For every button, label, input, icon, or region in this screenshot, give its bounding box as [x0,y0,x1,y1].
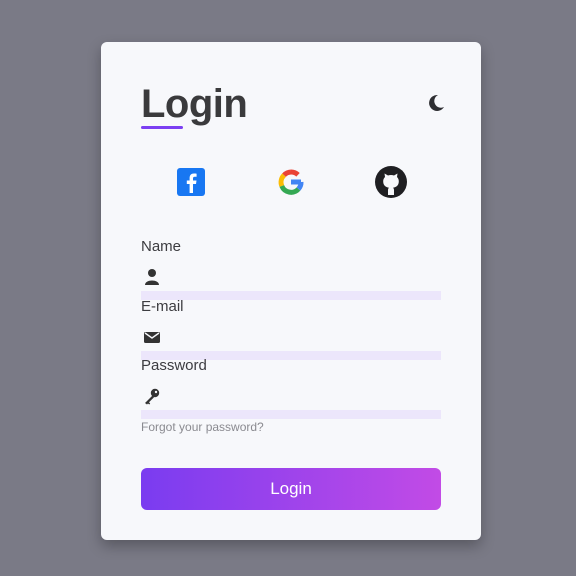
theme-toggle-button[interactable] [425,92,447,114]
github-login-button[interactable] [373,164,409,200]
login-button[interactable]: Login [141,468,441,510]
facebook-icon [177,168,205,196]
password-field-label: Password [141,357,207,374]
email-field-label: E-mail [141,298,184,315]
google-icon [278,169,304,195]
password-input[interactable] [141,393,441,419]
login-card: Login Name E-mail Password Forgot your p… [101,42,481,540]
page-title: Login [141,82,248,126]
github-icon [375,166,407,198]
name-input[interactable] [141,274,441,300]
title-underline [141,126,183,129]
moon-icon [429,94,444,111]
name-field-label: Name [141,238,182,255]
facebook-login-button[interactable] [173,164,209,200]
google-login-button[interactable] [273,164,309,200]
forgot-password-link[interactable]: Forgot your password? [141,420,264,434]
